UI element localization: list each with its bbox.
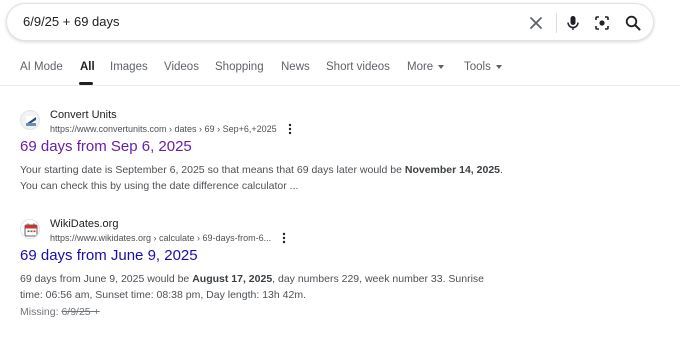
search-input[interactable]: 6/9/25 + 69 days — [23, 14, 120, 29]
snippet-text: , day numbers 229, week number 33. Sunri… — [272, 273, 485, 285]
clear-icon[interactable] — [527, 14, 545, 32]
chevron-down-icon — [438, 64, 445, 69]
missing-term: 6/9/25 + — [61, 306, 100, 318]
snippet-text: 69 days from June 9, 2025 would be — [20, 273, 193, 285]
result-title-link[interactable]: 69 days from Sep 6, 2025 — [20, 138, 192, 155]
camera-lens-icon[interactable] — [593, 14, 611, 32]
tab-images[interactable]: Images — [110, 61, 148, 73]
search-icon[interactable] — [624, 14, 642, 32]
result-url[interactable]: https://www.wikidates.org › calculate › … — [50, 233, 271, 243]
convertunits-favicon — [20, 110, 40, 130]
tab-more[interactable]: More — [407, 61, 445, 73]
snippet-text: Your starting date is September 6, 2025 … — [20, 164, 405, 176]
result-url[interactable]: https://www.convertunits.com › dates › 6… — [50, 124, 277, 134]
tab-more-label: More — [407, 61, 434, 73]
tab-ai-mode[interactable]: AI Mode — [20, 61, 63, 73]
tab-news[interactable]: News — [281, 61, 310, 73]
result-title-link[interactable]: 69 days from June 9, 2025 — [20, 247, 198, 264]
microphone-icon[interactable] — [564, 14, 582, 32]
tab-short-videos[interactable]: Short videos — [326, 61, 390, 73]
search-tabs: AI Mode All Images Videos Shopping News … — [0, 55, 680, 86]
active-tab-indicator — [79, 82, 93, 85]
tab-tools[interactable]: Tools — [464, 61, 502, 73]
chevron-down-icon — [495, 64, 502, 69]
more-options-icon[interactable] — [287, 123, 293, 135]
snippet-highlight: November 14, 2025 — [404, 164, 501, 176]
result-snippet-line: Your starting date is September 6, 2025 … — [20, 162, 503, 178]
result-snippet-line: You can check this by using the date dif… — [20, 180, 299, 192]
tab-tools-label: Tools — [464, 61, 491, 73]
snippet-text: . — [500, 164, 503, 176]
missing-label: Missing: — [20, 306, 62, 318]
tab-shopping[interactable]: Shopping — [215, 61, 264, 73]
calendar-icon — [20, 219, 40, 239]
result-site-name[interactable]: Convert Units — [50, 109, 117, 121]
more-options-icon[interactable] — [281, 232, 287, 244]
search-bar[interactable]: 6/9/25 + 69 days — [6, 3, 654, 41]
search-divider — [556, 13, 557, 33]
missing-terms: Missing: 6/9/25 + — [20, 306, 100, 318]
snippet-highlight: August 17, 2025 — [192, 273, 273, 285]
tab-all[interactable]: All — [80, 61, 95, 73]
tab-videos[interactable]: Videos — [164, 61, 199, 73]
result-site-name[interactable]: WikiDates.org — [50, 218, 118, 230]
result-snippet-line: time: 06:56 am, Sunset time: 08:38 pm, D… — [20, 289, 306, 301]
result-snippet-line: 69 days from June 9, 2025 would be Augus… — [20, 271, 484, 287]
